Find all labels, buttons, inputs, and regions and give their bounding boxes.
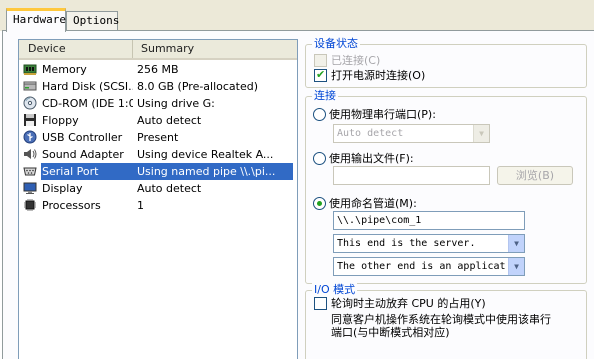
device-summary: Using device Realtek A... bbox=[137, 148, 274, 161]
device-summary: 8.0 GB (Pre-allocated) bbox=[137, 80, 259, 93]
chevron-down-icon: ▼ bbox=[473, 125, 489, 142]
column-header-device[interactable]: Device bbox=[19, 40, 133, 58]
device-name: USB Controller bbox=[42, 131, 123, 144]
io-mode-description-line2: 端口(与中断模式相对应) bbox=[331, 326, 450, 339]
device-summary: Auto detect bbox=[137, 114, 202, 127]
device-status-legend: 设备状态 bbox=[312, 37, 360, 50]
device-summary: Using named pipe \\.\pi... bbox=[137, 163, 293, 180]
device-row-display[interactable]: Display Auto detect bbox=[19, 180, 297, 197]
device-row-memory[interactable]: Memory 256 MB bbox=[19, 61, 297, 78]
hard-disk-icon bbox=[23, 81, 37, 91]
other-end-value: The other end is an applicat bbox=[337, 261, 506, 272]
pipe-name-input[interactable]: \\.\pipe\com_1 bbox=[333, 211, 525, 230]
pipe-end-value: This end is the server. bbox=[337, 238, 476, 249]
output-file-input[interactable] bbox=[333, 166, 490, 185]
list-header: Device Summary bbox=[19, 40, 297, 60]
device-name: CD-ROM (IDE 1:0) bbox=[42, 97, 133, 110]
physical-port-select[interactable]: Auto detect ▼ bbox=[333, 124, 490, 143]
physical-port-radio[interactable] bbox=[313, 108, 326, 121]
tab-hardware[interactable]: Hardware bbox=[6, 8, 66, 32]
device-row-sound[interactable]: Sound Adapter Using device Realtek A... bbox=[19, 146, 297, 163]
device-row-serial-port[interactable]: Serial Port Using named pipe \\.\pi... bbox=[19, 163, 297, 180]
device-row-hard-disk[interactable]: Hard Disk (SCSI... 8.0 GB (Pre-allocated… bbox=[19, 78, 297, 95]
io-mode-description-line1: 同意客户机操作系统在轮询模式中使用该串行 bbox=[331, 313, 551, 326]
device-name: Floppy bbox=[42, 114, 79, 127]
device-name: Sound Adapter bbox=[42, 148, 124, 161]
device-summary: Using drive G: bbox=[137, 97, 215, 110]
connected-checkbox[interactable] bbox=[314, 54, 327, 67]
named-pipe-label: 使用命名管道(M): bbox=[329, 197, 417, 210]
cdrom-icon bbox=[23, 96, 37, 110]
device-summary: 256 MB bbox=[137, 63, 179, 76]
device-name: Display bbox=[42, 182, 83, 195]
serial-port-icon bbox=[23, 167, 37, 176]
display-icon bbox=[23, 182, 37, 194]
output-file-radio[interactable] bbox=[313, 152, 326, 165]
chevron-down-icon: ▼ bbox=[508, 258, 524, 275]
column-header-summary[interactable]: Summary bbox=[133, 40, 297, 58]
connection-legend: 连接 bbox=[312, 89, 338, 102]
pipe-end-select[interactable]: This end is the server. ▼ bbox=[333, 234, 525, 253]
memory-icon bbox=[23, 64, 37, 75]
device-summary: Auto detect bbox=[137, 182, 202, 195]
device-summary: Present bbox=[137, 131, 179, 144]
device-summary: 1 bbox=[137, 199, 144, 212]
radio-dot-icon bbox=[317, 201, 322, 206]
device-rows: Memory 256 MB Hard Disk (SCSI... 8.0 GB … bbox=[19, 61, 297, 214]
usb-icon bbox=[23, 130, 37, 144]
device-name: Memory bbox=[42, 63, 87, 76]
check-mark-icon: ✔ bbox=[316, 68, 326, 81]
device-row-processors[interactable]: Processors 1 bbox=[19, 197, 297, 214]
device-row-floppy[interactable]: Floppy Auto detect bbox=[19, 112, 297, 129]
yield-cpu-label: 轮询时主动放弃 CPU 的占用(Y) bbox=[331, 297, 486, 310]
tab-options[interactable]: Options bbox=[66, 11, 119, 30]
physical-port-value: Auto detect bbox=[337, 128, 404, 139]
connect-on-power-checkbox[interactable]: ✔ bbox=[314, 68, 327, 82]
processor-icon bbox=[24, 199, 36, 211]
output-file-label: 使用输出文件(F): bbox=[329, 152, 414, 165]
chevron-down-icon: ▼ bbox=[508, 235, 524, 252]
device-list[interactable]: Device Summary Memory 256 MB Hard Disk (… bbox=[18, 39, 298, 359]
sound-icon bbox=[24, 149, 37, 159]
physical-port-label: 使用物理串行端口(P): bbox=[329, 108, 436, 121]
device-row-usb[interactable]: USB Controller Present bbox=[19, 129, 297, 146]
browse-button[interactable]: 浏览(B) bbox=[497, 166, 573, 185]
device-row-cdrom[interactable]: CD-ROM (IDE 1:0) Using drive G: bbox=[19, 95, 297, 112]
io-mode-legend: I/O 模式 bbox=[312, 283, 358, 296]
device-name: Serial Port bbox=[41, 163, 138, 180]
device-name: Hard Disk (SCSI... bbox=[42, 80, 133, 93]
connected-label: 已连接(C) bbox=[331, 54, 381, 67]
device-name: Processors bbox=[42, 199, 101, 212]
other-end-select[interactable]: The other end is an applicat ▼ bbox=[333, 257, 525, 276]
floppy-icon bbox=[24, 114, 36, 126]
named-pipe-radio[interactable] bbox=[313, 197, 326, 210]
yield-cpu-checkbox[interactable] bbox=[314, 297, 327, 310]
connect-on-power-label: 打开电源时连接(O) bbox=[331, 69, 426, 82]
